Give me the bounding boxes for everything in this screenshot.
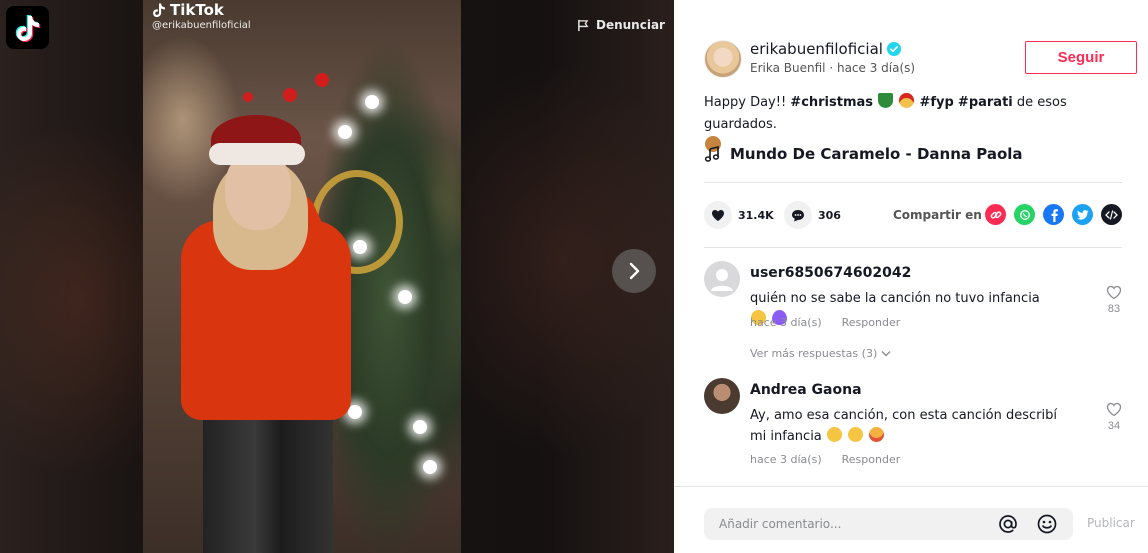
heart-outline-icon bbox=[1106, 285, 1122, 300]
mention-button[interactable] bbox=[997, 513, 1019, 535]
author-subline: Erika Buenfil · hace 3 día(s) bbox=[750, 61, 915, 75]
comment-input[interactable] bbox=[704, 508, 984, 540]
comment-like-button[interactable]: 83 bbox=[1102, 285, 1126, 315]
sparkle-light bbox=[338, 125, 352, 139]
comment-time: hace 3 día(s) bbox=[750, 453, 822, 466]
like-count: 31.4K bbox=[738, 208, 774, 222]
comment-like-count: 83 bbox=[1107, 303, 1121, 315]
tiktok-logo-icon[interactable] bbox=[6, 6, 49, 49]
comment-like-button[interactable]: 34 bbox=[1102, 402, 1126, 432]
hashtag-christmas[interactable]: #christmas bbox=[790, 95, 873, 110]
reply-button[interactable]: Responder bbox=[842, 316, 901, 329]
comment-button[interactable]: 306 bbox=[784, 201, 841, 229]
author-display-name: Erika Buenfil bbox=[750, 61, 826, 75]
smiling-face-emoji-icon bbox=[826, 427, 842, 442]
follow-button[interactable]: Seguir bbox=[1025, 41, 1137, 74]
video-player[interactable]: TikTok @erikabuenfiloficial Denunciar bbox=[0, 0, 674, 553]
smiley-icon bbox=[1037, 514, 1057, 534]
reply-button[interactable]: Responder bbox=[842, 453, 901, 466]
red-ornament bbox=[283, 88, 297, 102]
author-username-text: erikabuenfiloficial bbox=[750, 40, 883, 58]
at-sign-icon bbox=[999, 515, 1017, 533]
comment-circle[interactable] bbox=[784, 201, 812, 229]
comment-meta: hace 3 día(s) Responder bbox=[750, 316, 900, 329]
watermark-brand: TikTok bbox=[152, 1, 251, 19]
emoji-button[interactable] bbox=[1036, 513, 1058, 535]
sparkle-light bbox=[398, 290, 412, 304]
santa-hat-band bbox=[209, 143, 305, 165]
author-username[interactable]: erikabuenfiloficial bbox=[750, 40, 901, 58]
twitter-icon[interactable] bbox=[1072, 204, 1093, 225]
embed-icon[interactable] bbox=[1101, 204, 1122, 225]
video-watermark: TikTok @erikabuenfiloficial bbox=[152, 1, 251, 31]
default-avatar-icon bbox=[711, 269, 733, 291]
like-button[interactable]: 31.4K bbox=[704, 201, 774, 229]
watermark-handle: @erikabuenfiloficial bbox=[152, 20, 251, 31]
heart-outline-icon bbox=[1106, 402, 1122, 417]
comment-avatar[interactable] bbox=[704, 378, 740, 414]
subline-separator: · bbox=[829, 61, 834, 75]
action-row: 31.4K 306 Compartir en bbox=[704, 201, 1124, 229]
tiktok-note-icon bbox=[153, 3, 165, 17]
report-button[interactable]: Denunciar bbox=[577, 18, 665, 32]
sparkle-light bbox=[423, 460, 437, 474]
comment-item: Andrea Gaona Ay, amo esa canción, con es… bbox=[704, 378, 1124, 470]
comment-count: 306 bbox=[818, 208, 841, 222]
comment-meta: hace 3 día(s) Responder bbox=[750, 453, 900, 466]
sparkle-light bbox=[348, 405, 362, 419]
heart-icon bbox=[712, 209, 724, 221]
comment-avatar[interactable] bbox=[704, 261, 740, 297]
comment-text: Ay, amo esa canción, con esta canción de… bbox=[750, 405, 1060, 447]
facebook-icon[interactable] bbox=[1043, 204, 1064, 225]
composer-divider bbox=[674, 486, 1148, 487]
comment-like-count: 34 bbox=[1107, 420, 1121, 432]
sparkle-light bbox=[365, 95, 379, 109]
comment-time: hace 3 día(s) bbox=[750, 316, 822, 329]
next-video-button[interactable] bbox=[612, 249, 656, 293]
red-ornament bbox=[243, 92, 253, 102]
music-note-icon bbox=[704, 146, 720, 162]
christmas-tree-emoji-icon bbox=[878, 93, 894, 108]
santa-emoji-icon bbox=[899, 93, 915, 108]
comment-username[interactable]: user6850674602042 bbox=[750, 265, 911, 281]
heart-eyes-emoji-icon bbox=[869, 427, 885, 442]
whatsapp-icon[interactable] bbox=[1014, 204, 1035, 225]
red-ornament bbox=[315, 73, 329, 87]
like-circle[interactable] bbox=[704, 201, 732, 229]
report-label: Denunciar bbox=[596, 18, 665, 32]
sparkle-light bbox=[413, 420, 427, 434]
comment-username[interactable]: Andrea Gaona bbox=[750, 382, 862, 398]
info-panel: erikabuenfiloficial Erika Buenfil · hace… bbox=[674, 0, 1148, 553]
post-time: hace 3 día(s) bbox=[836, 61, 916, 75]
grinning-face-emoji-icon bbox=[848, 427, 864, 442]
share-label: Compartir en bbox=[893, 208, 982, 222]
chevron-down-icon bbox=[881, 351, 891, 357]
person-legs bbox=[203, 410, 333, 553]
view-more-replies-button[interactable]: Ver más respuestas (3) bbox=[750, 347, 891, 360]
view-replies-label: Ver más respuestas (3) bbox=[750, 347, 878, 360]
video-frame[interactable] bbox=[143, 0, 461, 553]
comment-text-content: Ay, amo esa canción, con esta canción de… bbox=[750, 408, 1057, 444]
author-avatar[interactable] bbox=[704, 40, 742, 78]
music-title: Mundo De Caramelo - Danna Paola bbox=[730, 145, 1023, 163]
hashtag-parati[interactable]: #parati bbox=[958, 95, 1013, 110]
comment-bubble-icon bbox=[792, 209, 804, 221]
watermark-brand-text: TikTok bbox=[170, 1, 224, 19]
divider bbox=[704, 247, 1122, 248]
comment-item: user6850674602042 quién no se sabe la ca… bbox=[704, 261, 1124, 341]
post-comment-button[interactable]: Publicar bbox=[1087, 516, 1135, 530]
divider bbox=[704, 182, 1122, 183]
flag-icon bbox=[578, 19, 589, 31]
music-link[interactable]: Mundo De Caramelo - Danna Paola bbox=[704, 145, 1023, 163]
hashtag-fyp[interactable]: #fyp bbox=[919, 95, 953, 110]
chevron-right-icon bbox=[629, 262, 640, 280]
caption-lead: Happy Day!! bbox=[704, 95, 791, 110]
link-icon[interactable] bbox=[985, 204, 1006, 225]
comment-text-content: quién no se sabe la canción no tuvo infa… bbox=[750, 291, 1040, 306]
comment-composer bbox=[704, 508, 1073, 540]
verified-badge-icon bbox=[886, 42, 901, 56]
sparkle-light bbox=[353, 240, 367, 254]
